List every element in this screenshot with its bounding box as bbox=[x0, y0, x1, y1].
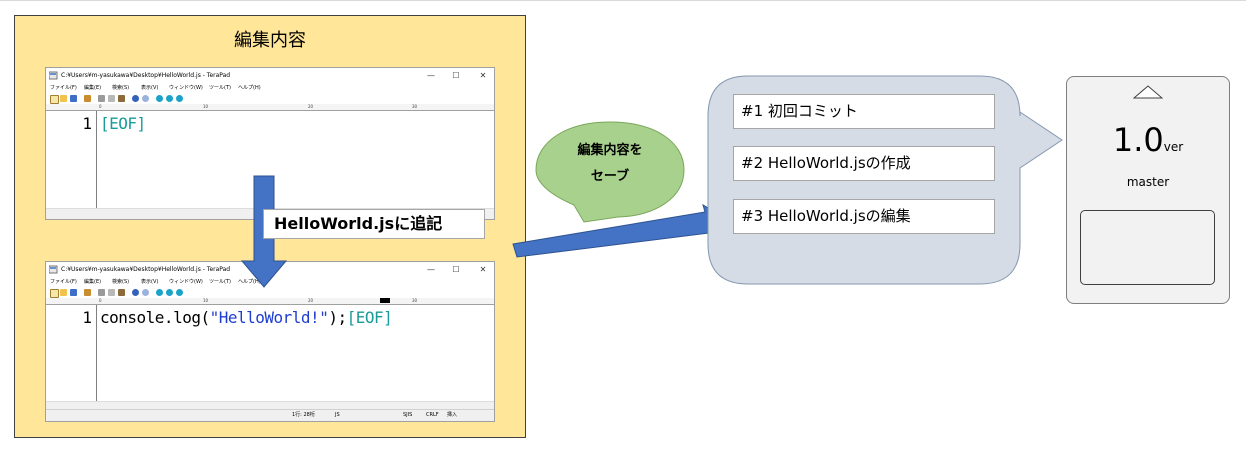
window-title: C:¥Users¥m-yasukawa¥Desktop¥HelloWorld.j… bbox=[61, 72, 231, 79]
gutter-divider bbox=[96, 111, 97, 211]
minimize-button[interactable]: — bbox=[422, 262, 440, 277]
terapad-icon bbox=[49, 265, 58, 274]
menu-bar: ファイル(F) 編集(E) 検索(S) 表示(V) ウィンドウ(W) ツール(T… bbox=[46, 277, 494, 287]
gutter-divider bbox=[96, 305, 97, 405]
find-next-icon[interactable] bbox=[166, 289, 173, 296]
line-number: 1 bbox=[82, 114, 92, 133]
menu-edit[interactable]: 編集(E) bbox=[84, 277, 101, 287]
redo-icon[interactable] bbox=[142, 289, 149, 296]
print-icon[interactable] bbox=[84, 289, 91, 296]
eof-marker: [EOF] bbox=[346, 308, 393, 327]
terapad-icon bbox=[49, 71, 58, 80]
status-lang: JS bbox=[335, 412, 340, 418]
version-label: 1.0ver bbox=[1067, 121, 1229, 159]
menu-edit[interactable]: 編集(E) bbox=[84, 83, 101, 93]
commit-item: #3 HelloWorld.jsの編集 bbox=[733, 199, 995, 234]
commit-item: #1 初回コミット bbox=[733, 94, 995, 129]
menu-tools[interactable]: ツール(T) bbox=[209, 277, 231, 287]
status-mode: 挿入 bbox=[447, 412, 458, 418]
status-encoding: SJIS bbox=[403, 412, 413, 418]
copy-icon[interactable] bbox=[108, 289, 115, 296]
code-text: ); bbox=[328, 308, 347, 327]
ruler: 0 10 20 30 bbox=[46, 298, 494, 305]
open-folder-icon[interactable] bbox=[60, 95, 67, 102]
print-icon[interactable] bbox=[84, 95, 91, 102]
menu-help[interactable]: ヘルプ(H) bbox=[238, 83, 261, 93]
menu-window[interactable]: ウィンドウ(W) bbox=[169, 277, 203, 287]
minimize-button[interactable]: — bbox=[422, 68, 440, 83]
close-button[interactable]: ✕ bbox=[474, 262, 492, 277]
menu-view[interactable]: 表示(V) bbox=[141, 83, 158, 93]
undo-icon[interactable] bbox=[132, 95, 139, 102]
version-suffix: ver bbox=[1163, 140, 1184, 154]
save-arrow bbox=[512, 203, 731, 258]
paste-icon[interactable] bbox=[118, 95, 125, 102]
save-bubble-line2: セーブ bbox=[590, 169, 630, 184]
menu-tools[interactable]: ツール(T) bbox=[209, 83, 231, 93]
menu-file[interactable]: ファイル(F) bbox=[50, 277, 77, 287]
menu-search[interactable]: 検索(S) bbox=[112, 83, 129, 93]
menu-help[interactable]: ヘルプ(H) bbox=[238, 277, 261, 287]
maximize-button[interactable]: ☐ bbox=[447, 262, 465, 277]
menu-bar: ファイル(F) 編集(E) 検索(S) 表示(V) ウィンドウ(W) ツール(T… bbox=[46, 83, 494, 93]
ruler-mark: 0 bbox=[99, 298, 102, 303]
editor-window-after: C:¥Users¥m-yasukawa¥Desktop¥HelloWorld.j… bbox=[45, 261, 495, 422]
cursor-column-marker bbox=[380, 298, 390, 303]
editor-window-before: C:¥Users¥m-yasukawa¥Desktop¥HelloWorld.j… bbox=[45, 67, 495, 220]
find-prev-icon[interactable] bbox=[176, 95, 183, 102]
eof-marker: [EOF] bbox=[100, 114, 146, 133]
commit-item: #2 HelloWorld.jsの作成 bbox=[733, 146, 995, 181]
close-button[interactable]: ✕ bbox=[474, 68, 492, 83]
ruler-mark: 20 bbox=[308, 298, 314, 303]
save-bubble-line1: 編集内容を bbox=[577, 143, 643, 158]
top-border bbox=[0, 0, 1246, 1]
code-text: console.log( bbox=[100, 308, 210, 327]
copy-icon[interactable] bbox=[108, 95, 115, 102]
status-position: 1行: 28桁 bbox=[292, 412, 315, 418]
status-line-ending: CRLF bbox=[426, 412, 439, 418]
code-string: "HelloWorld!" bbox=[209, 308, 329, 327]
find-next-icon[interactable] bbox=[166, 95, 173, 102]
ruler-mark: 30 bbox=[412, 104, 418, 109]
line-number: 1 bbox=[82, 308, 92, 327]
ruler-mark: 30 bbox=[412, 298, 418, 303]
find-icon[interactable] bbox=[156, 289, 163, 296]
triangle-up-icon bbox=[1133, 85, 1163, 99]
append-label: HelloWorld.jsに追記 bbox=[263, 209, 485, 239]
new-file-icon[interactable] bbox=[50, 95, 59, 104]
window-title: C:¥Users¥m-yasukawa¥Desktop¥HelloWorld.j… bbox=[61, 266, 231, 273]
ruler: 0 10 20 30 bbox=[46, 104, 494, 111]
maximize-button[interactable]: ☐ bbox=[447, 68, 465, 83]
paste-icon[interactable] bbox=[118, 289, 125, 296]
save-icon[interactable] bbox=[70, 289, 77, 296]
menu-window[interactable]: ウィンドウ(W) bbox=[169, 83, 203, 93]
version-number: 1.0 bbox=[1112, 121, 1164, 159]
branch-name: master bbox=[1126, 175, 1170, 189]
ruler-mark: 10 bbox=[203, 298, 209, 303]
save-bubble-text: 編集内容を セーブ bbox=[555, 138, 665, 190]
find-icon[interactable] bbox=[156, 95, 163, 102]
menu-file[interactable]: ファイル(F) bbox=[50, 83, 77, 93]
code-line: console.log("HelloWorld!");[EOF] bbox=[100, 308, 393, 327]
open-folder-icon[interactable] bbox=[60, 289, 67, 296]
ruler-mark: 10 bbox=[203, 104, 209, 109]
ruler-mark: 20 bbox=[308, 104, 314, 109]
save-icon[interactable] bbox=[70, 95, 77, 102]
cut-icon[interactable] bbox=[98, 95, 105, 102]
menu-search[interactable]: 検索(S) bbox=[112, 277, 129, 287]
menu-view[interactable]: 表示(V) bbox=[141, 277, 158, 287]
redo-icon[interactable] bbox=[142, 95, 149, 102]
find-prev-icon[interactable] bbox=[176, 289, 183, 296]
status-bar: 1行: 28桁 JS SJIS CRLF 挿入 bbox=[46, 409, 494, 421]
card-slot bbox=[1080, 210, 1215, 285]
new-file-icon[interactable] bbox=[50, 289, 59, 298]
panel-title: 編集内容 bbox=[234, 30, 306, 51]
cut-icon[interactable] bbox=[98, 289, 105, 296]
ruler-mark: 0 bbox=[99, 104, 102, 109]
undo-icon[interactable] bbox=[132, 289, 139, 296]
